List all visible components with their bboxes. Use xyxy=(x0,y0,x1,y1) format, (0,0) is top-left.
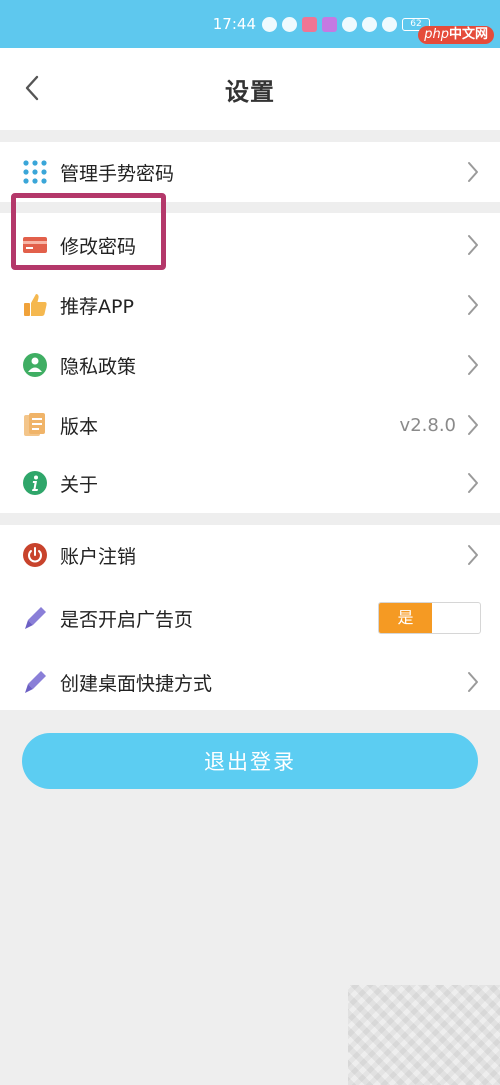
pen-icon xyxy=(22,669,48,695)
back-button[interactable] xyxy=(14,70,50,106)
chevron-right-icon xyxy=(466,233,480,257)
settings-group-3: 账户注销 是否开启广告页 是 创建桌面快捷方式 xyxy=(0,525,500,710)
toggle-on-label: 是 xyxy=(379,603,432,633)
app-notification-icon xyxy=(262,16,277,32)
document-stack-icon xyxy=(22,412,48,438)
chevron-right-icon xyxy=(466,293,480,317)
chevron-right-icon xyxy=(466,670,480,694)
chevron-right-icon xyxy=(466,413,480,437)
chat-notification-icon xyxy=(282,16,297,32)
chevron-right-icon xyxy=(466,543,480,567)
row-ad-page-toggle: 是否开启广告页 是 xyxy=(0,588,500,648)
info-icon xyxy=(22,470,48,496)
highlight-annotation xyxy=(11,193,166,270)
chevron-right-icon xyxy=(466,353,480,377)
row-version[interactable]: 版本 v2.8.0 xyxy=(0,395,500,455)
row-privacy-policy[interactable]: 隐私政策 xyxy=(0,335,500,395)
row-about[interactable]: 关于 xyxy=(0,453,500,513)
status-icons: 62 xyxy=(262,16,430,32)
row-label: 隐私政策 xyxy=(60,355,137,378)
status-time: 17:44 xyxy=(212,15,256,33)
power-icon xyxy=(22,542,48,568)
row-account-deletion[interactable]: 账户注销 xyxy=(0,525,500,585)
row-label: 版本 xyxy=(60,415,99,438)
watermark-php: php xyxy=(424,27,449,42)
nfc-icon xyxy=(342,16,357,32)
grid-dots-icon xyxy=(22,159,48,185)
blurred-qr-watermark xyxy=(348,985,500,1085)
thumbs-up-icon xyxy=(22,292,48,318)
row-label: 管理手势密码 xyxy=(60,162,175,185)
row-label: 创建桌面快捷方式 xyxy=(60,672,213,695)
chevron-right-icon xyxy=(466,471,480,495)
app-badge-icon-2 xyxy=(322,16,337,32)
row-desktop-shortcut[interactable]: 创建桌面快捷方式 xyxy=(0,652,500,712)
privacy-person-icon xyxy=(22,352,48,378)
wifi-icon xyxy=(382,16,397,32)
version-value: v2.8.0 xyxy=(399,414,456,436)
app-badge-icon xyxy=(302,16,317,32)
header: 设置 xyxy=(0,48,500,130)
watermark-logo: php中文网 xyxy=(418,26,494,44)
pen-icon xyxy=(22,605,48,631)
watermark-cn: 中文网 xyxy=(448,27,488,42)
chevron-right-icon xyxy=(466,160,480,184)
row-label: 是否开启广告页 xyxy=(60,608,194,631)
row-label: 账户注销 xyxy=(60,545,137,568)
row-label: 关于 xyxy=(60,473,99,496)
bluetooth-icon xyxy=(362,16,377,32)
row-recommend-app[interactable]: 推荐APP xyxy=(0,275,500,335)
ad-page-toggle[interactable]: 是 xyxy=(378,602,481,634)
page-title: 设置 xyxy=(225,77,275,106)
chevron-left-icon xyxy=(25,75,39,101)
row-label: 推荐APP xyxy=(60,295,134,318)
logout-button[interactable]: 退出登录 xyxy=(22,733,478,789)
